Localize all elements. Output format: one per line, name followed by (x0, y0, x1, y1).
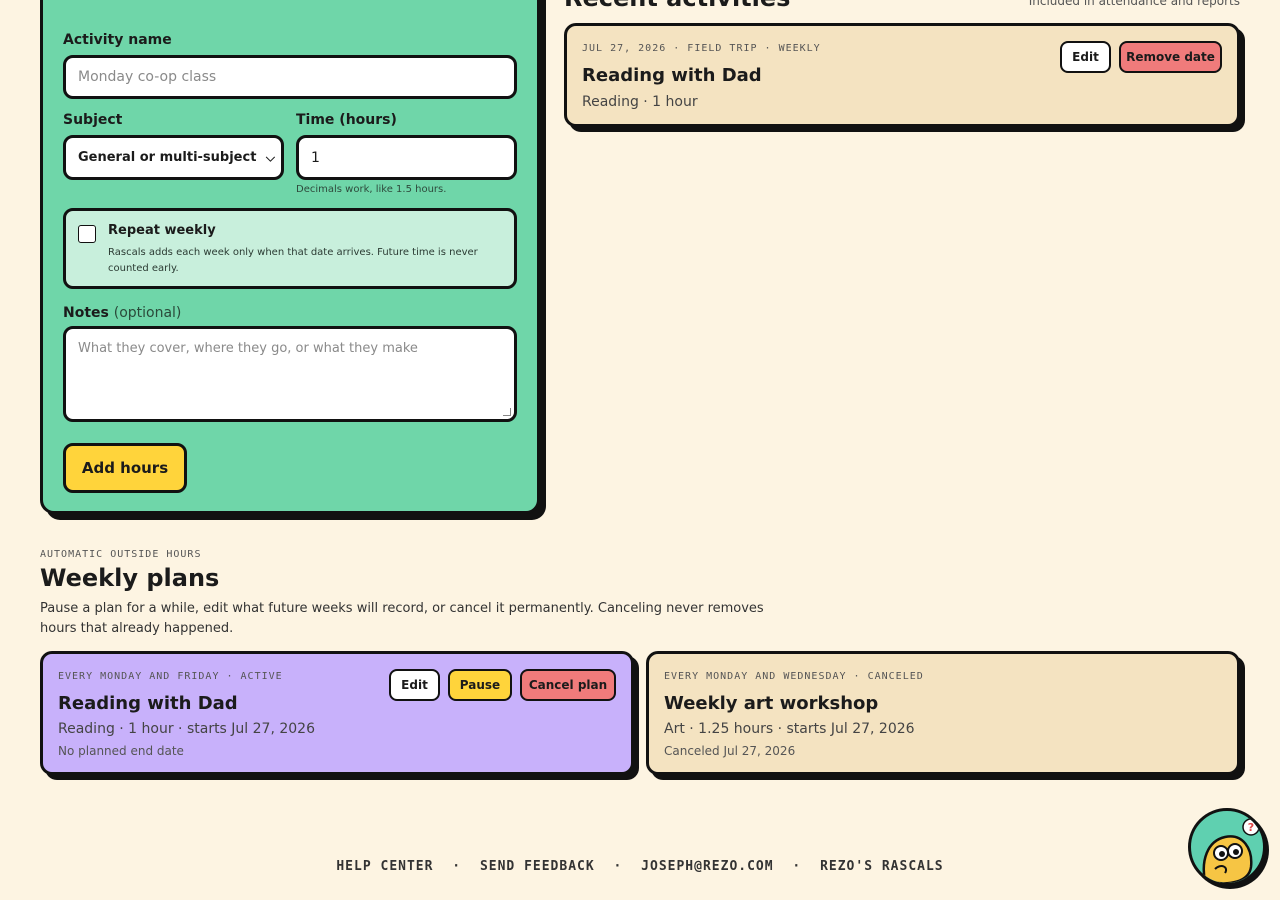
weekly-plans-title: Weekly plans (40, 564, 220, 592)
weekly-plans-kicker: AUTOMATIC OUTSIDE HOURS (40, 549, 202, 560)
send-feedback-link[interactable]: SEND FEEDBACK (480, 859, 595, 874)
footer-separator: · (452, 859, 462, 874)
recent-activities-note: Included in attendance and reports (1028, 0, 1240, 8)
pause-plan-button[interactable]: Pause (448, 669, 512, 701)
resize-grip-icon[interactable] (503, 408, 511, 416)
repeat-weekly-title: Repeat weekly (108, 223, 216, 238)
svg-text:?: ? (1248, 821, 1254, 834)
repeat-weekly-description: Rascals adds each week only when that da… (108, 247, 478, 274)
activity-card: JUL 27, 2026 · FIELD TRIP · WEEKLY Readi… (564, 23, 1240, 127)
recent-activities-title: Recent activities (564, 0, 790, 12)
weekly-plans-description: Pause a plan for a while, edit what futu… (40, 601, 764, 636)
repeat-weekly-option[interactable]: Repeat weekly Rascals adds each week onl… (63, 208, 517, 289)
email-link[interactable]: JOSEPH@REZO.COM (641, 859, 773, 874)
activity-meta: JUL 27, 2026 · FIELD TRIP · WEEKLY (582, 43, 821, 54)
edit-activity-button[interactable]: Edit (1060, 41, 1111, 73)
mascot-illustration: ? (1202, 818, 1260, 883)
plan-title: Reading with Dad (58, 693, 238, 714)
add-hours-form: Activity name Monday co-op class Subject… (40, 0, 540, 514)
cancel-plan-button[interactable]: Cancel plan (520, 669, 616, 701)
plan-subtitle: Reading · 1 hour · starts Jul 27, 2026 (58, 721, 315, 737)
time-label: Time (hours) (296, 112, 397, 128)
activity-title: Reading with Dad (582, 65, 762, 86)
footer-separator: · (792, 859, 802, 874)
edit-plan-button[interactable]: Edit (389, 669, 440, 701)
subject-label: Subject (63, 112, 123, 128)
activity-subtitle: Reading · 1 hour (582, 94, 698, 110)
plan-card-active: EVERY MONDAY AND FRIDAY · ACTIVE Reading… (40, 651, 634, 775)
remove-date-button[interactable]: Remove date (1119, 41, 1222, 73)
plan-subtitle: Art · 1.25 hours · starts Jul 27, 2026 (664, 721, 915, 737)
help-center-link[interactable]: HELP CENTER (336, 859, 433, 874)
plan-card-canceled: EVERY MONDAY AND WEDNESDAY · CANCELED We… (646, 651, 1240, 775)
plan-detail: Canceled Jul 27, 2026 (664, 744, 796, 758)
plan-meta: EVERY MONDAY AND FRIDAY · ACTIVE (58, 671, 283, 682)
activity-name-label: Activity name (63, 32, 172, 48)
plan-title: Weekly art workshop (664, 693, 879, 714)
subject-select-value: General or multi-subject (78, 150, 257, 165)
footer: HELP CENTER · SEND FEEDBACK · JOSEPH@REZ… (0, 859, 1280, 874)
chevron-down-icon: ⌵ (265, 150, 275, 164)
time-hint: Decimals work, like 1.5 hours. (296, 184, 447, 195)
mascot-help-icon[interactable]: ? (1188, 808, 1266, 886)
notes-textarea[interactable]: What they cover, where they go, or what … (63, 326, 517, 422)
plan-meta: EVERY MONDAY AND WEDNESDAY · CANCELED (664, 671, 924, 682)
footer-separator: · (613, 859, 623, 874)
repeat-weekly-checkbox[interactable] (78, 225, 96, 243)
notes-label: Notes (optional) (63, 305, 181, 321)
notes-placeholder: What they cover, where they go, or what … (78, 341, 418, 356)
notes-optional-text: (optional) (113, 305, 182, 321)
activity-name-input[interactable]: Monday co-op class (63, 55, 517, 99)
add-hours-button[interactable]: Add hours (63, 443, 187, 493)
notes-label-text: Notes (63, 305, 109, 321)
time-input[interactable]: 1 (296, 135, 517, 180)
plan-detail: No planned end date (58, 744, 184, 758)
subject-select[interactable]: General or multi-subject ⌵ (63, 135, 284, 180)
brand-link[interactable]: REZO'S RASCALS (820, 859, 944, 874)
